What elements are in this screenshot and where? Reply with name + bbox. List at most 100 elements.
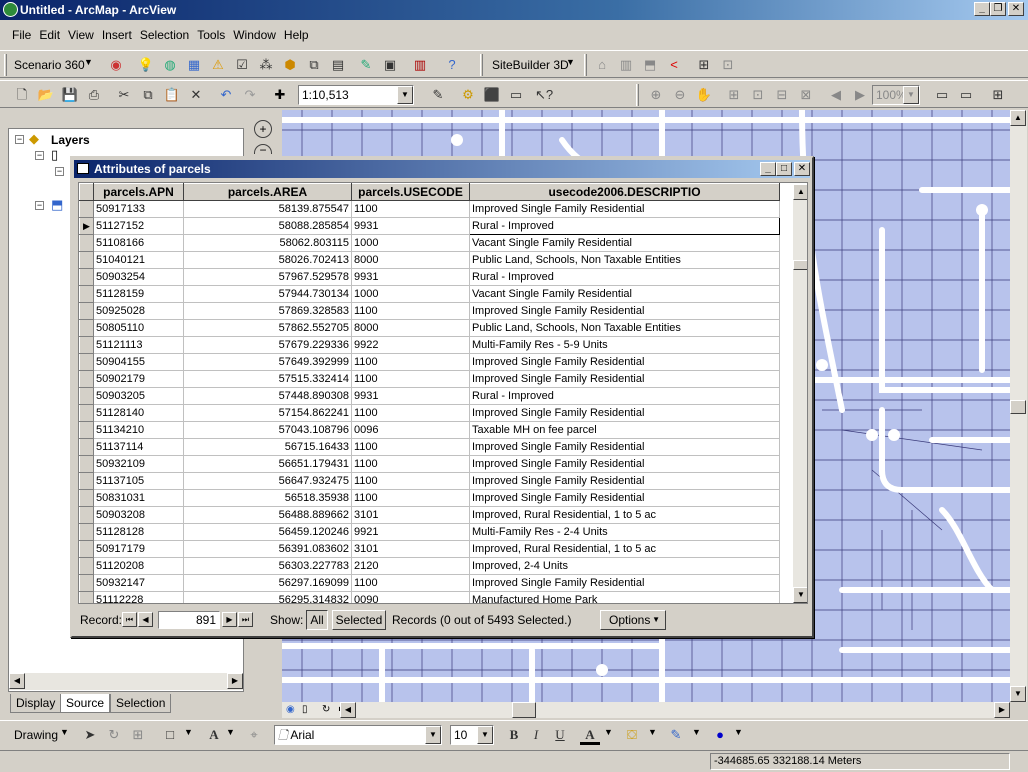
cell-description[interactable]: Taxable MH on fee parcel [469,421,780,439]
lightbulb-icon[interactable]: 💡 [136,55,156,75]
cell-description[interactable]: Improved Single Family Residential [469,472,780,490]
cell-apn[interactable]: 50932147 [93,574,184,592]
zoom-in-icon[interactable]: + [254,120,272,138]
cell-usecode[interactable]: 1100 [351,455,470,473]
font-color-icon[interactable]: A [580,725,600,745]
cell-apn[interactable]: 51112228 [93,591,184,603]
table-row[interactable]: 50805110 57862.552705 8000 Public Land, Sch… [79,319,780,337]
cell-area[interactable]: 56715.16433 [183,438,352,456]
cell-description[interactable]: Vacant Single Family Residential [469,285,780,303]
frame-icon[interactable]: ⊡ [718,55,738,75]
row-selector[interactable] [79,557,94,575]
editor-icon[interactable]: ✎ [428,85,448,105]
scroll-right-icon[interactable]: ▶ [994,702,1010,718]
cell-area[interactable]: 57515.332414 [183,370,352,388]
cell-apn[interactable]: 51128128 [93,523,184,541]
chevron-down-icon[interactable]: ▼ [397,86,413,104]
table-row[interactable]: 51134210 57043.108796 0096 Taxable MH on fe… [79,421,780,439]
cell-usecode[interactable]: 8000 [351,319,470,337]
edit-tool-icon[interactable]: ⊞ [694,55,714,75]
row-selector[interactable] [79,404,94,422]
text-dropdown-icon[interactable]: ▼ [226,727,235,737]
layers-icon[interactable]: ⧉ [304,55,324,75]
table-row[interactable]: 50932147 56297.169099 1100 Improved Single … [79,574,780,592]
table-row[interactable]: 50932109 56651.179431 1100 Improved Single … [79,455,780,473]
cell-area[interactable]: 58088.285854 [183,217,352,235]
chevron-down-icon[interactable]: ▼ [477,726,493,744]
zoom-out-icon[interactable]: − [254,144,272,156]
row-selector[interactable] [79,591,94,603]
row-selector[interactable] [79,200,94,218]
scroll-left-icon[interactable]: ◀ [340,702,356,718]
table-row[interactable]: 50902179 57515.332414 1100 Improved Single … [79,370,780,388]
tab-display[interactable]: Display [10,694,62,713]
rotate-icon[interactable]: ↻ [104,725,124,745]
cell-description[interactable]: Improved Single Family Residential [469,404,780,422]
cell-usecode[interactable]: 1100 [351,353,470,371]
scroll-up-icon[interactable]: ▲ [793,184,807,200]
chevron-down-icon[interactable]: ▼ [903,86,919,104]
chart-icon[interactable]: ▦ [184,55,204,75]
cell-apn[interactable]: 51108166 [93,234,184,252]
scroll-down-icon[interactable]: ▼ [1010,686,1026,702]
cell-description[interactable]: Public Land, Schools, Non Taxable Entiti… [469,319,780,337]
cell-description[interactable]: Vacant Single Family Residential [469,234,780,252]
row-selector[interactable] [79,336,94,354]
network-icon[interactable]: ⁂ [256,55,276,75]
toggle-draft-icon[interactable]: ▭ [932,85,952,105]
show-all-button[interactable]: All [306,610,328,630]
warning-icon[interactable]: ⚠ [208,55,228,75]
cell-area[interactable]: 56488.889662 [183,506,352,524]
table-row[interactable]: 50903254 57967.529578 9931 Rural - Improved [79,268,780,286]
cell-apn[interactable]: 51040121 [93,251,184,269]
cell-area[interactable]: 58139.875547 [183,200,352,218]
cell-description[interactable]: Improved Single Family Residential [469,200,780,218]
scenario-360-icon[interactable]: ◉ [106,55,126,75]
table-row[interactable]: 51120208 56303.227783 2120 Improved, 2-4 Un… [79,557,780,575]
table-row[interactable]: 51137114 56715.16433 1100 Improved Single F… [79,438,780,456]
table-row[interactable]: 50831031 56518.35938 1100 Improved Single F… [79,489,780,507]
cell-apn[interactable]: 50903208 [93,506,184,524]
cell-apn[interactable]: 51137105 [93,472,184,490]
cell-apn[interactable]: 51127152 [93,217,184,235]
cell-usecode[interactable]: 1000 [351,234,470,252]
menu-help[interactable]: Help [284,28,309,42]
angle-icon[interactable]: < [664,55,684,75]
row-selector[interactable] [79,438,94,456]
zoom-in-page-icon[interactable]: ⊕ [646,85,666,105]
cell-usecode[interactable]: 1000 [351,285,470,303]
cell-usecode[interactable]: 1100 [351,302,470,320]
cell-description[interactable]: Improved Single Family Residential [469,438,780,456]
collapse-icon[interactable]: − [35,201,44,210]
fill-color-icon[interactable]: ⛋ [622,725,642,745]
italic-button[interactable]: I [526,725,546,745]
cell-area[interactable]: 58026.702413 [183,251,352,269]
next-record-icon[interactable]: ▶ [222,612,237,627]
cut-icon[interactable]: ✂ [114,85,134,105]
scroll-thumb[interactable] [793,260,807,270]
row-selector[interactable] [79,285,94,303]
column-header-area[interactable]: parcels.AREA [183,183,352,201]
delete-icon[interactable]: ✕ [186,85,206,105]
paste-icon[interactable]: 📋 [162,85,182,105]
scroll-right-icon[interactable]: ▶ [227,673,243,689]
scroll-down-icon[interactable]: ▼ [793,587,807,603]
cell-area[interactable]: 56303.227783 [183,557,352,575]
building-icon[interactable]: ⌂ [592,55,612,75]
zoom-to-selected-icon[interactable]: ⊞ [128,725,148,745]
cell-area[interactable]: 57043.108796 [183,421,352,439]
cell-apn[interactable]: 50917133 [93,200,184,218]
cell-area[interactable]: 56647.932475 [183,472,352,490]
cell-usecode[interactable]: 1100 [351,574,470,592]
row-selector-header[interactable] [79,183,94,201]
table-row[interactable]: 51121113 57679.229336 9922 Multi-Family Res… [79,336,780,354]
map-vertical-scrollbar[interactable]: ▲ ▼ [1010,110,1027,702]
table-row[interactable]: 50903205 57448.890308 9931 Rural - Improved [79,387,780,405]
table-row[interactable]: 51112228 56295.314832 0090 Manufactured Hom… [79,591,780,603]
cell-usecode[interactable]: 3101 [351,506,470,524]
rectangle-icon[interactable]: □ [160,725,180,745]
font-combo[interactable]: 🗋 Arial ▼ [274,725,442,745]
toc-horizontal-scrollbar[interactable]: ◀ ▶ [9,673,243,690]
cell-apn[interactable]: 51121113 [93,336,184,354]
box-3d-icon[interactable]: ⬢ [280,55,300,75]
